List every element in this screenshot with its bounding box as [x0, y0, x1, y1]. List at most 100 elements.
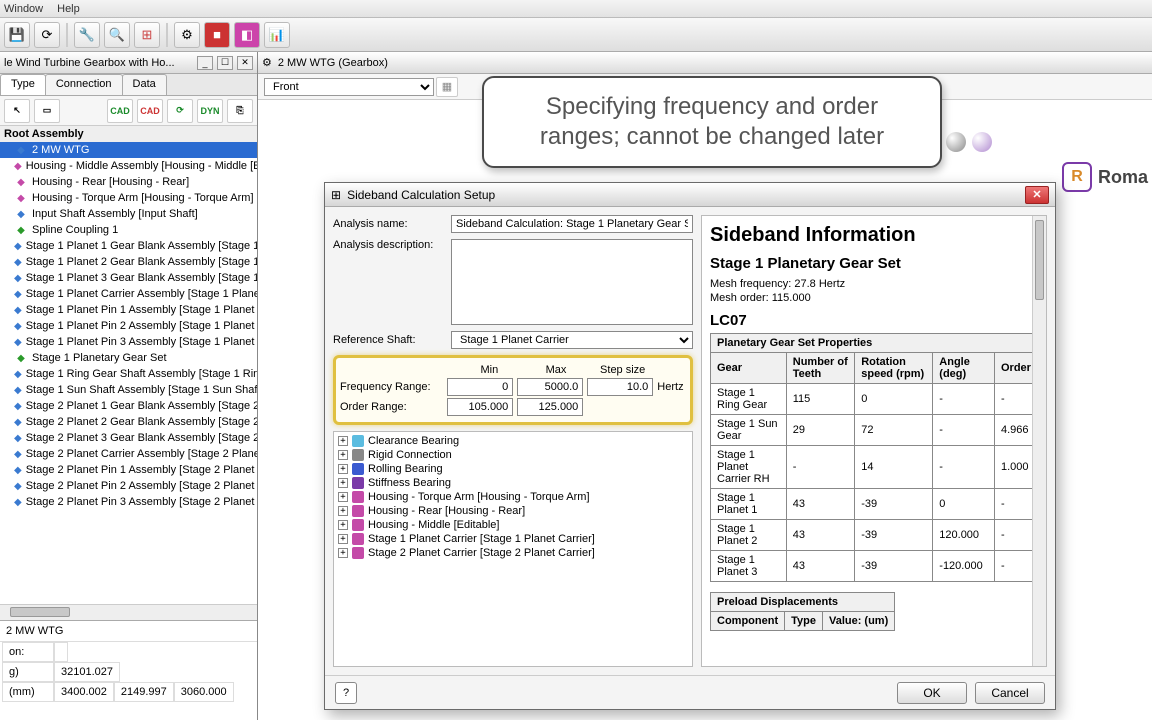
expand-icon[interactable]: +	[338, 450, 348, 460]
col-max: Max	[523, 364, 590, 376]
tree-item[interactable]: ◆Stage 1 Planet Pin 3 Assembly [Stage 1 …	[0, 334, 257, 350]
tree-item[interactable]: ◆Stage 1 Planet Pin 2 Assembly [Stage 1 …	[0, 318, 257, 334]
dialog-title-bar[interactable]: ⊞ Sideband Calculation Setup ✕	[325, 183, 1055, 207]
sideband-h1: Sideband Information	[710, 224, 1038, 247]
select-icon[interactable]: ↖	[4, 99, 30, 123]
tree-item[interactable]: ◆Stage 1 Planet 3 Gear Blank Assembly [S…	[0, 270, 257, 286]
tree-item[interactable]: ◆Stage 2 Planet 1 Gear Blank Assembly [S…	[0, 398, 257, 414]
cad-refresh-icon[interactable]: ⟳	[167, 99, 193, 123]
expand-icon[interactable]: +	[338, 492, 348, 502]
tree-item-icon: ◆	[14, 223, 28, 237]
tree-item[interactable]: ◆2 MW WTG	[0, 142, 257, 158]
expand-icon[interactable]: +	[338, 506, 348, 516]
dialog-icon: ⊞	[331, 188, 341, 202]
include-item-icon	[352, 547, 364, 559]
include-item-label: Housing - Rear [Housing - Rear]	[368, 505, 525, 517]
tree-item[interactable]: ◆Housing - Middle Assembly [Housing - Mi…	[0, 158, 257, 174]
expand-icon[interactable]: +	[338, 534, 348, 544]
include-item[interactable]: +Stage 1 Planet Carrier [Stage 1 Planet …	[336, 532, 690, 546]
help-button[interactable]: ?	[335, 682, 357, 704]
cad-minus-icon[interactable]: CAD	[137, 99, 163, 123]
tree-item[interactable]: ◆Stage 1 Sun Shaft Assembly [Stage 1 Sun…	[0, 382, 257, 398]
close-icon[interactable]: ✕	[237, 56, 253, 70]
expand-icon[interactable]: +	[338, 548, 348, 558]
menu-help[interactable]: Help	[57, 3, 80, 15]
model-tree[interactable]: Root Assembly ◆2 MW WTG◆Housing - Middle…	[0, 126, 257, 604]
tree-root[interactable]: Root Assembly	[0, 126, 257, 142]
dyn-icon[interactable]: DYN	[197, 99, 223, 123]
orb-1-icon[interactable]	[946, 132, 966, 152]
tree-item[interactable]: ◆Stage 2 Planet Pin 2 Assembly [Stage 2 …	[0, 478, 257, 494]
tab-connection[interactable]: Connection	[45, 74, 123, 95]
report-icon[interactable]: ⎘	[227, 99, 253, 123]
include-item[interactable]: +Rigid Connection	[336, 448, 690, 462]
stop-icon[interactable]: ■	[204, 22, 230, 48]
tree-item[interactable]: ◆Stage 2 Planet 3 Gear Blank Assembly [S…	[0, 430, 257, 446]
expand-icon[interactable]: +	[338, 436, 348, 446]
tree-item[interactable]: ◆Stage 1 Planet 1 Gear Blank Assembly [S…	[0, 238, 257, 254]
include-item[interactable]: +Housing - Middle [Editable]	[336, 518, 690, 532]
table-header: Gear	[711, 353, 787, 384]
tab-type[interactable]: Type	[0, 74, 46, 95]
tree-item[interactable]: ◆Spline Coupling 1	[0, 222, 257, 238]
expand-icon[interactable]: +	[338, 520, 348, 530]
tree-item[interactable]: ◆Stage 1 Planet Pin 1 Assembly [Stage 1 …	[0, 302, 257, 318]
tree-item[interactable]: ◆Stage 2 Planet Pin 1 Assembly [Stage 2 …	[0, 462, 257, 478]
tree-item-icon: ◆	[14, 271, 22, 285]
order-max-input[interactable]	[517, 398, 583, 416]
app-icon[interactable]: ◧	[234, 22, 260, 48]
tree-item[interactable]: ◆Stage 1 Planetary Gear Set	[0, 350, 257, 366]
tree-item[interactable]: ◆Housing - Rear [Housing - Rear]	[0, 174, 257, 190]
view-select[interactable]: Front	[264, 78, 434, 96]
chart-icon[interactable]: 📊	[264, 22, 290, 48]
tree-item[interactable]: ◆Stage 1 Planet 2 Gear Blank Assembly [S…	[0, 254, 257, 270]
tree-item-icon: ◆	[14, 303, 22, 317]
save-icon[interactable]: 💾	[4, 22, 30, 48]
table-header: Rotation speed (rpm)	[855, 353, 933, 384]
orb-2-icon[interactable]	[972, 132, 992, 152]
include-item[interactable]: +Stiffness Bearing	[336, 476, 690, 490]
include-item[interactable]: + Housing - Rear [Housing - Rear]	[336, 504, 690, 518]
table-cell: -	[933, 384, 995, 415]
tree-item[interactable]: ◆Stage 2 Planet Pin 3 Assembly [Stage 2 …	[0, 494, 257, 510]
tree-item[interactable]: ◆Stage 2 Planet 2 Gear Blank Assembly [S…	[0, 414, 257, 430]
ok-button[interactable]: OK	[897, 682, 967, 704]
cad-plus-icon[interactable]: CAD	[107, 99, 133, 123]
expand-icon[interactable]: +	[338, 464, 348, 474]
dialog-close-button[interactable]: ✕	[1025, 186, 1049, 204]
box-icon[interactable]: ▭	[34, 99, 60, 123]
include-item[interactable]: +Housing - Torque Arm [Housing - Torque …	[336, 490, 690, 504]
gear-icon[interactable]: ⚙	[174, 22, 200, 48]
include-item[interactable]: +Stage 2 Planet Carrier [Stage 2 Planet …	[336, 546, 690, 560]
include-item[interactable]: +Rolling Bearing	[336, 462, 690, 476]
reference-shaft-select[interactable]: Stage 1 Planet Carrier	[451, 331, 693, 349]
freq-max-input[interactable]	[517, 378, 583, 396]
order-min-input[interactable]	[447, 398, 513, 416]
info-panel-scrollbar[interactable]	[1032, 216, 1046, 666]
tool-a-icon[interactable]: 🔧	[74, 22, 100, 48]
tree-item[interactable]: ◆Housing - Torque Arm [Housing - Torque …	[0, 190, 257, 206]
tab-data[interactable]: Data	[122, 74, 167, 95]
menu-window[interactable]: Window	[4, 3, 43, 15]
tool-b-icon[interactable]: 🔍	[104, 22, 130, 48]
include-item[interactable]: +Clearance Bearing	[336, 434, 690, 448]
maximize-icon[interactable]: ☐	[217, 56, 233, 70]
tree-horizontal-scrollbar[interactable]	[0, 604, 257, 620]
tree-item[interactable]: ◆Stage 2 Planet Carrier Assembly [Stage …	[0, 446, 257, 462]
tool-c-icon[interactable]: ⊞	[134, 22, 160, 48]
tree-item[interactable]: ◆Input Shaft Assembly [Input Shaft]	[0, 206, 257, 222]
include-tree[interactable]: +Clearance Bearing+Rigid Connection+Roll…	[333, 431, 693, 667]
refresh-icon[interactable]: ⟳	[34, 22, 60, 48]
tree-item[interactable]: ◆Stage 1 Planet Carrier Assembly [Stage …	[0, 286, 257, 302]
view-tool-1-icon[interactable]: ▦	[436, 77, 458, 97]
minimize-icon[interactable]: _	[197, 56, 213, 70]
analysis-name-input[interactable]	[451, 215, 693, 233]
analysis-desc-input[interactable]	[451, 239, 693, 325]
freq-step-input[interactable]	[587, 378, 653, 396]
tree-item-label: Stage 2 Planet Pin 1 Assembly [Stage 2 P…	[26, 464, 257, 476]
tree-item[interactable]: ◆Stage 1 Ring Gear Shaft Assembly [Stage…	[0, 366, 257, 382]
viewport-mode-orbs[interactable]	[946, 132, 992, 152]
expand-icon[interactable]: +	[338, 478, 348, 488]
cancel-button[interactable]: Cancel	[975, 682, 1045, 704]
freq-min-input[interactable]	[447, 378, 513, 396]
